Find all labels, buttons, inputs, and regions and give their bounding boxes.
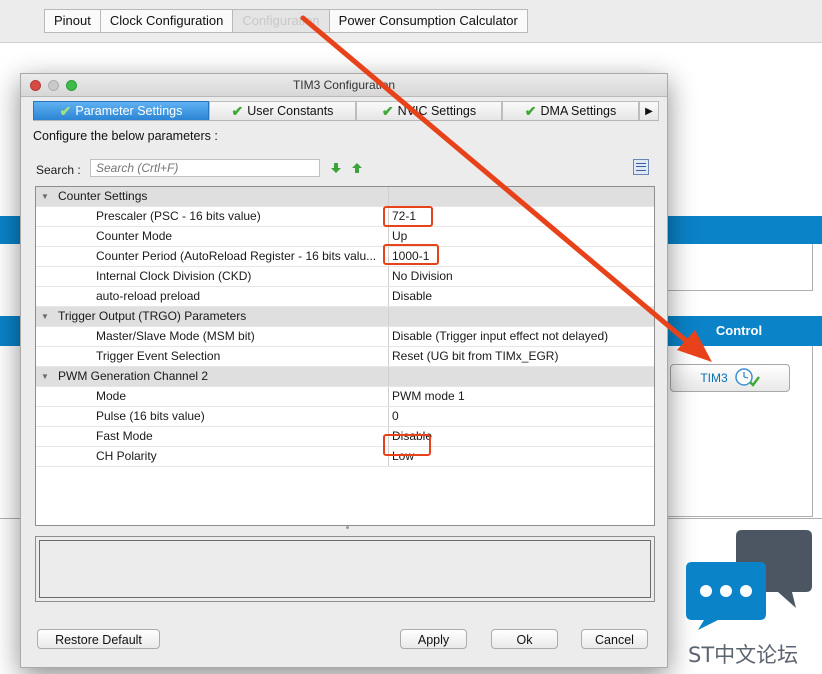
watermark-text: ST中文论坛 [688, 643, 799, 667]
chat-bubble-logo-icon [686, 530, 812, 630]
